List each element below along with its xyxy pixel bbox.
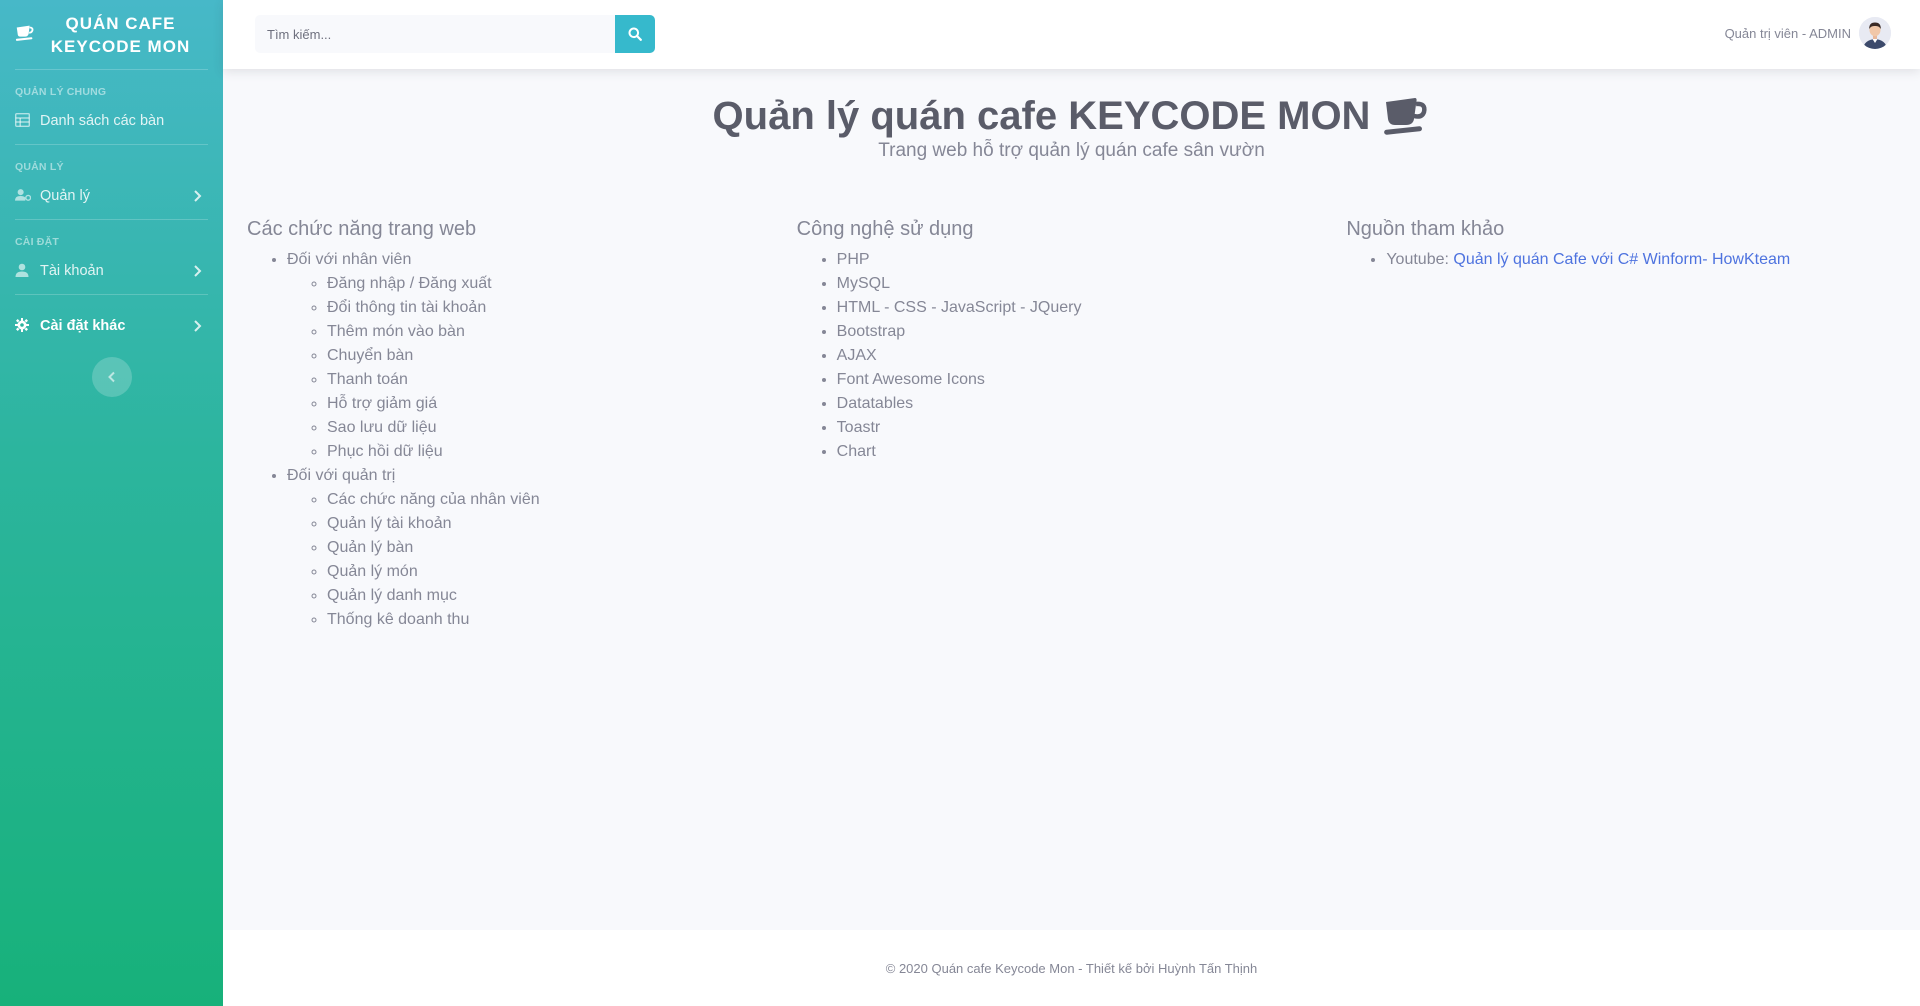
- list-item: Thanh toán: [327, 368, 797, 392]
- tech-heading: Công nghệ sử dụng: [796, 218, 974, 240]
- ref-link[interactable]: Quản lý quán Cafe với C# Winform- HowKte…: [1453, 251, 1790, 268]
- list-item: Chart: [837, 440, 1347, 464]
- list-item: Đăng nhập / Đăng xuất: [327, 272, 797, 296]
- sidebar-item-label: Cài đặt khác: [40, 318, 126, 334]
- refs-list: Youtube: Quản lý quán Cafe với C# Winfor…: [1346, 248, 1896, 272]
- sidebar-divider: [15, 294, 208, 295]
- ref-prefix: Youtube:: [1386, 251, 1454, 268]
- list-item: MySQL: [837, 272, 1347, 296]
- list-item: Datatables: [837, 392, 1347, 416]
- list-item: HTML - CSS - JavaScript - JQuery: [837, 296, 1347, 320]
- sidebar-brand[interactable]: QUÁN CAFE KEYCODE MON: [0, 0, 223, 69]
- avatar: [1859, 17, 1891, 49]
- list-item: Chuyển bàn: [327, 344, 797, 368]
- sidebar-item-tables[interactable]: Danh sách các bàn: [0, 98, 223, 144]
- coffee-cup-icon: [15, 25, 34, 41]
- user-name: Quản trị viên - ADMIN: [1724, 25, 1851, 41]
- main-content: Quản lý quán cafe KEYCODE MON Trang web …: [223, 69, 1920, 930]
- list-item: Youtube: Quản lý quán Cafe với C# Winfor…: [1386, 248, 1896, 272]
- list-item: Toastr: [837, 416, 1347, 440]
- sidebar-item-account[interactable]: Tài khoản: [0, 248, 223, 294]
- gear-icon: [15, 318, 31, 334]
- chevron-right-icon: [194, 265, 202, 277]
- sidebar-item-other-settings[interactable]: Cài đặt khác: [0, 303, 223, 349]
- copyright-text: © 2020 Quán cafe Keycode Mon - Thiết kế …: [885, 960, 1258, 976]
- table-icon: [15, 113, 31, 129]
- features-sublist: Đăng nhập / Đăng xuất Đổi thông tin tài …: [287, 272, 797, 464]
- list-item: Quản lý danh mục: [327, 584, 797, 608]
- list-item: Sao lưu dữ liệu: [327, 416, 797, 440]
- sidebar-heading-manage: QUẢN LÝ: [15, 161, 64, 173]
- page-header: Quản lý quán cafe KEYCODE MON Trang web …: [223, 69, 1920, 162]
- list-item: Quản lý tài khoản: [327, 512, 797, 536]
- sidebar-item-label: Tài khoản: [40, 263, 104, 279]
- search-button[interactable]: [615, 15, 655, 53]
- page-title: Quản lý quán cafe KEYCODE MON: [713, 93, 1431, 139]
- user-avatar-icon: [1859, 17, 1891, 49]
- list-item: Đối với quản trị Các chức năng của nhân …: [287, 464, 797, 632]
- sidebar-heading-general: QUẢN LÝ CHUNG: [15, 86, 107, 98]
- list-item: PHP: [837, 248, 1347, 272]
- search-icon: [628, 27, 642, 41]
- refs-column: Nguồn tham khảo Youtube: Quản lý quán Ca…: [1346, 218, 1896, 632]
- search-input[interactable]: [255, 15, 615, 53]
- sidebar: QUÁN CAFE KEYCODE MON QUẢN LÝ CHUNG Danh…: [0, 0, 223, 1006]
- list-item: Hỗ trợ giảm giá: [327, 392, 797, 416]
- user-icon: [15, 263, 31, 279]
- list-item: Quản lý món: [327, 560, 797, 584]
- sidebar-heading-settings: CÀI ĐẶT: [15, 236, 59, 248]
- list-item: Thêm món vào bàn: [327, 320, 797, 344]
- coffee-cup-icon: [1384, 98, 1427, 135]
- sidebar-item-label: Quản lý: [40, 188, 90, 204]
- page-subtitle: Trang web hỗ trợ quản lý quán cafe sân v…: [878, 140, 1265, 161]
- sidebar-item-label: Danh sách các bàn: [40, 113, 165, 129]
- page-title-text: Quản lý quán cafe KEYCODE MON: [712, 93, 1371, 138]
- chevron-right-icon: [194, 320, 202, 332]
- feature-group-label: Đối với nhân viên: [287, 251, 412, 268]
- tech-list: PHP MySQL HTML - CSS - JavaScript - JQue…: [797, 248, 1347, 464]
- user-menu[interactable]: Quản trị viên - ADMIN: [1725, 17, 1891, 49]
- list-item: Bootstrap: [837, 320, 1347, 344]
- chevron-left-icon: [107, 371, 115, 383]
- feature-group-label: Đối với quản trị: [287, 467, 396, 484]
- tech-column: Công nghệ sử dụng PHP MySQL HTML - CSS -…: [797, 218, 1347, 632]
- brand-name: QUÁN CAFE KEYCODE MON: [50, 13, 191, 56]
- refs-heading: Nguồn tham khảo: [1346, 218, 1505, 240]
- list-item: Quản lý bàn: [327, 536, 797, 560]
- list-item: Đổi thông tin tài khoản: [327, 296, 797, 320]
- list-item: Thống kê doanh thu: [327, 608, 797, 632]
- list-item: Phục hồi dữ liệu: [327, 440, 797, 464]
- list-item: AJAX: [837, 344, 1347, 368]
- list-item: Các chức năng của nhân viên: [327, 488, 797, 512]
- users-cog-icon: [15, 188, 31, 204]
- features-list: Đối với nhân viên Đăng nhập / Đăng xuất …: [247, 248, 797, 632]
- info-columns: Các chức năng trang web Đối với nhân viê…: [247, 218, 1896, 632]
- footer: © 2020 Quán cafe Keycode Mon - Thiết kế …: [223, 930, 1920, 1006]
- sidebar-toggle-button[interactable]: [91, 357, 132, 397]
- topbar: Quản trị viên - ADMIN: [223, 0, 1920, 69]
- search-bar: [255, 15, 655, 53]
- features-sublist: Các chức năng của nhân viên Quản lý tài …: [287, 488, 797, 632]
- sidebar-item-manage[interactable]: Quản lý: [0, 173, 223, 219]
- features-heading: Các chức năng trang web: [247, 218, 477, 240]
- features-column: Các chức năng trang web Đối với nhân viê…: [247, 218, 797, 632]
- list-item: Font Awesome Icons: [837, 368, 1347, 392]
- chevron-right-icon: [194, 190, 202, 202]
- list-item: Đối với nhân viên Đăng nhập / Đăng xuất …: [287, 248, 797, 464]
